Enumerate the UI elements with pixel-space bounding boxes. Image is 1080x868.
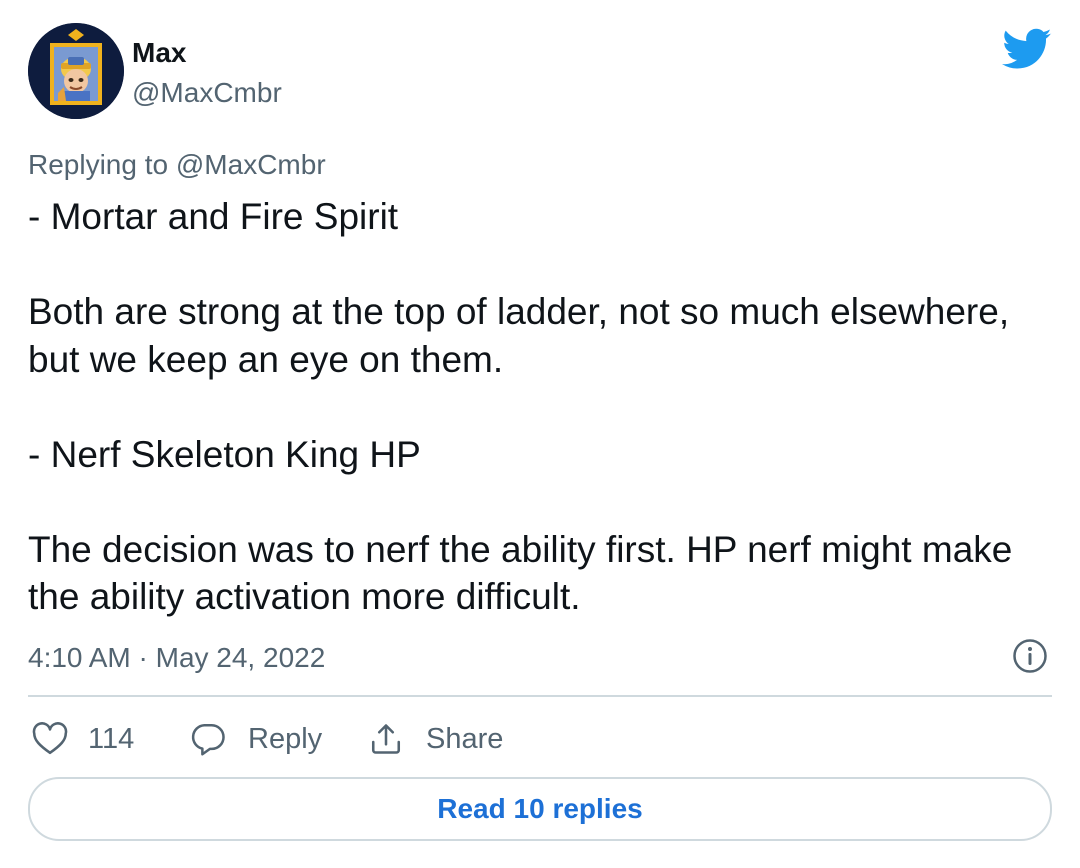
- replying-mention[interactable]: @MaxCmbr: [176, 149, 326, 180]
- tweet-paragraph: Both are strong at the top of ladder, no…: [28, 291, 1010, 380]
- avatar-image: [28, 23, 124, 119]
- tweet-paragraph: - Nerf Skeleton King HP: [28, 433, 421, 475]
- tweet-paragraph: The decision was to nerf the ability fir…: [28, 528, 1013, 618]
- replying-to: Replying to @MaxCmbr: [28, 148, 326, 182]
- replying-prefix: Replying to: [28, 149, 176, 180]
- author-handle[interactable]: @MaxCmbr: [132, 76, 282, 110]
- like-button[interactable]: 114: [32, 718, 134, 760]
- reply-button[interactable]: Reply: [190, 718, 322, 760]
- twitter-bird-icon[interactable]: [1002, 28, 1052, 70]
- tweet-paragraph: - Mortar and Fire Spirit: [28, 196, 399, 237]
- avatar[interactable]: [28, 23, 124, 119]
- reply-label: Reply: [248, 722, 323, 755]
- read-replies-label: Read 10 replies: [437, 793, 643, 824]
- share-label: Share: [426, 722, 504, 755]
- tweet-text: - Mortar and Fire Spirit Both are strong…: [28, 193, 1038, 621]
- reply-icon: [190, 722, 226, 756]
- author-display-name[interactable]: Max: [132, 36, 186, 70]
- heart-icon: [32, 722, 68, 756]
- tweet-card: Max @MaxCmbr Replying to @MaxCmbr - Mort…: [0, 0, 1080, 868]
- share-button[interactable]: Share: [368, 718, 503, 760]
- tweet-timestamp[interactable]: 4:10 AM · May 24, 2022: [28, 641, 325, 675]
- info-icon[interactable]: [1012, 638, 1048, 674]
- divider: [28, 695, 1052, 697]
- like-count: 114: [88, 722, 135, 755]
- share-icon: [368, 721, 404, 757]
- read-replies-button[interactable]: Read 10 replies: [28, 777, 1052, 841]
